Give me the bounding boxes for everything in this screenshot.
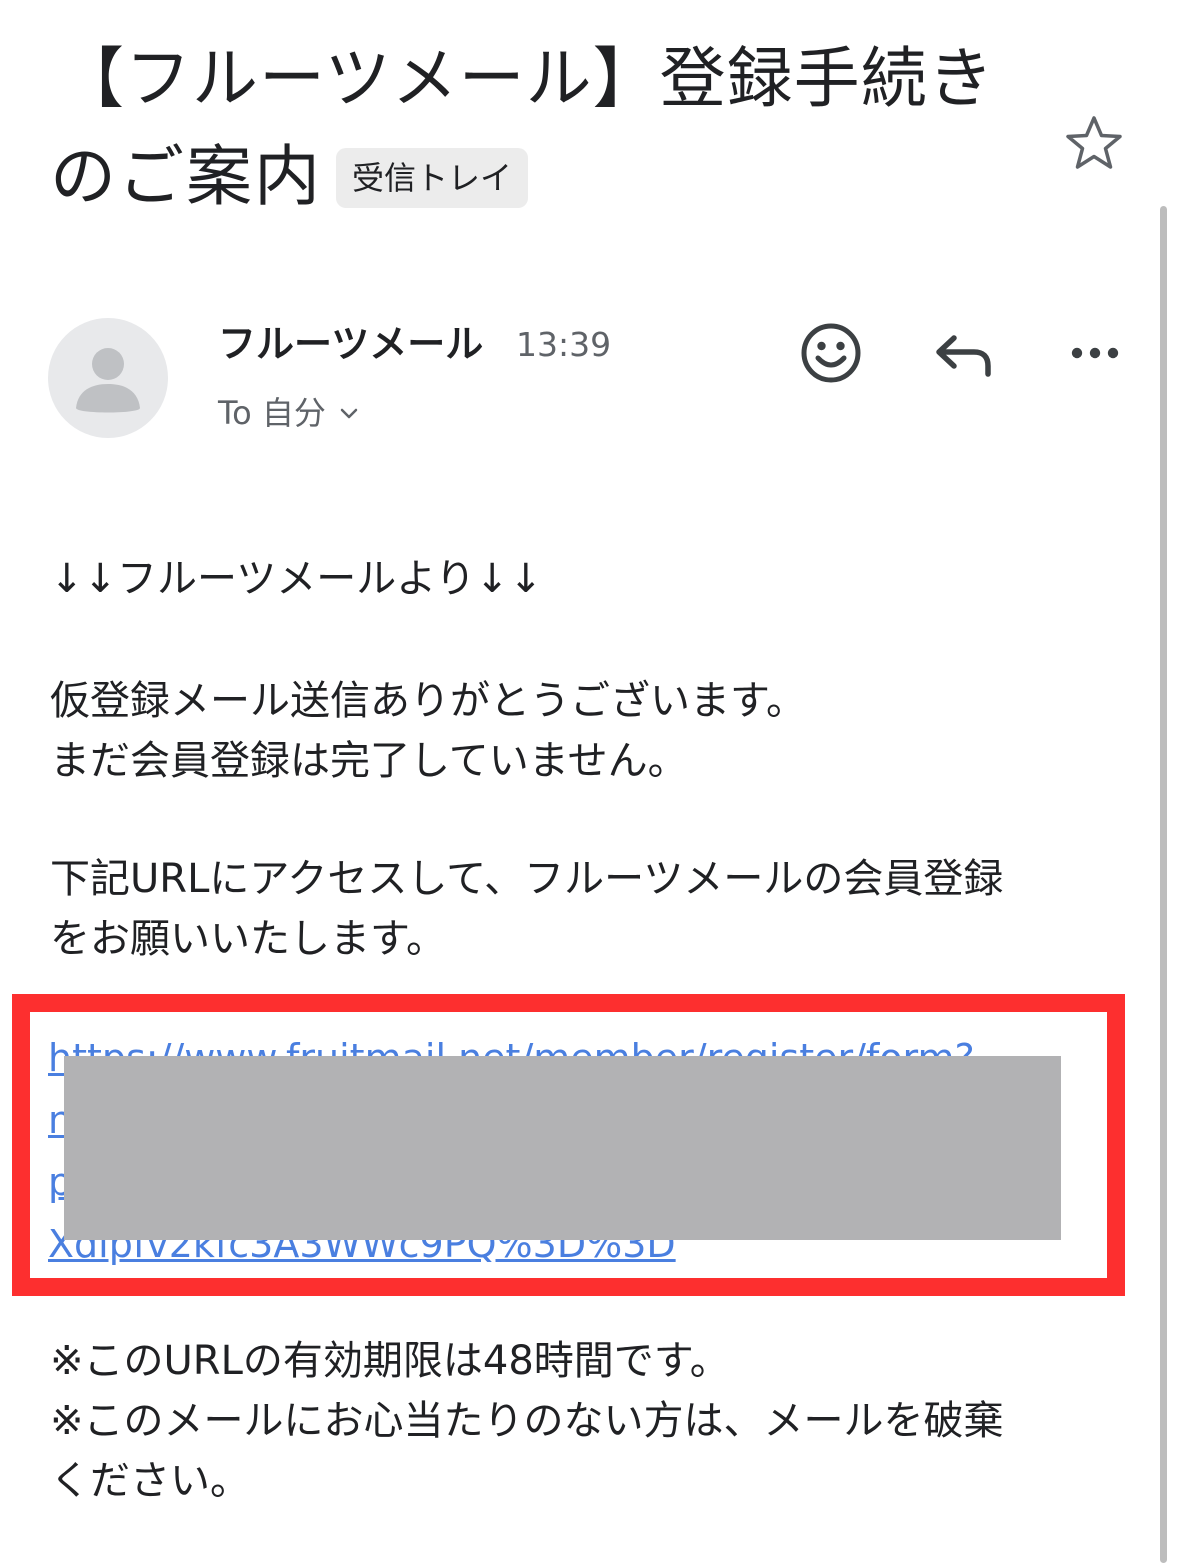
scrollbar[interactable] xyxy=(1160,206,1167,1563)
sender-avatar[interactable] xyxy=(48,318,168,438)
redaction-overlay xyxy=(64,1056,1061,1240)
more-options-button[interactable] xyxy=(1060,318,1130,388)
more-horizontal-icon xyxy=(1071,347,1119,359)
reply-button[interactable] xyxy=(930,318,1000,388)
body-paragraph-1-line-2: まだ会員登録は完了していません。 xyxy=(50,738,688,784)
chevron-down-icon xyxy=(340,408,358,419)
note-discard-line-2: ください。 xyxy=(50,1458,250,1504)
sender-name: フルーツメール xyxy=(218,322,484,366)
star-icon[interactable] xyxy=(1062,112,1126,176)
email-view: 【フルーツメール】登録手続き のご案内 受信トレイ フルーツメール 13:39 … xyxy=(0,0,1179,1563)
email-subject-continued: のご案内 xyxy=(50,138,322,215)
body-paragraph-2-line-1: 下記URLにアクセスして、フルーツメールの会員登録 xyxy=(50,856,1004,902)
add-reaction-button[interactable] xyxy=(796,318,866,388)
note-discard-line-1: ※このメールにお心当たりのない方は、メールを破棄 xyxy=(50,1398,1004,1444)
email-timestamp: 13:39 xyxy=(516,325,612,364)
body-intro: ↓↓フルーツメールより↓↓ xyxy=(50,556,543,602)
recipient-details-toggle[interactable]: To 自分 xyxy=(218,392,360,434)
reply-icon xyxy=(936,335,991,377)
smiley-icon xyxy=(801,323,861,383)
inbox-label-chip[interactable]: 受信トレイ xyxy=(336,148,528,208)
email-subject: 【フルーツメール】登録手続き xyxy=(58,40,995,117)
recipient-text: To 自分 xyxy=(218,394,326,432)
body-paragraph-1-line-1: 仮登録メール送信ありがとうございます。 xyxy=(50,678,806,724)
body-paragraph-2-line-2: をお願いいたします。 xyxy=(50,916,446,962)
default-avatar-icon xyxy=(76,348,140,413)
note-expiry: ※このURLの有効期限は48時間です。 xyxy=(50,1338,730,1384)
